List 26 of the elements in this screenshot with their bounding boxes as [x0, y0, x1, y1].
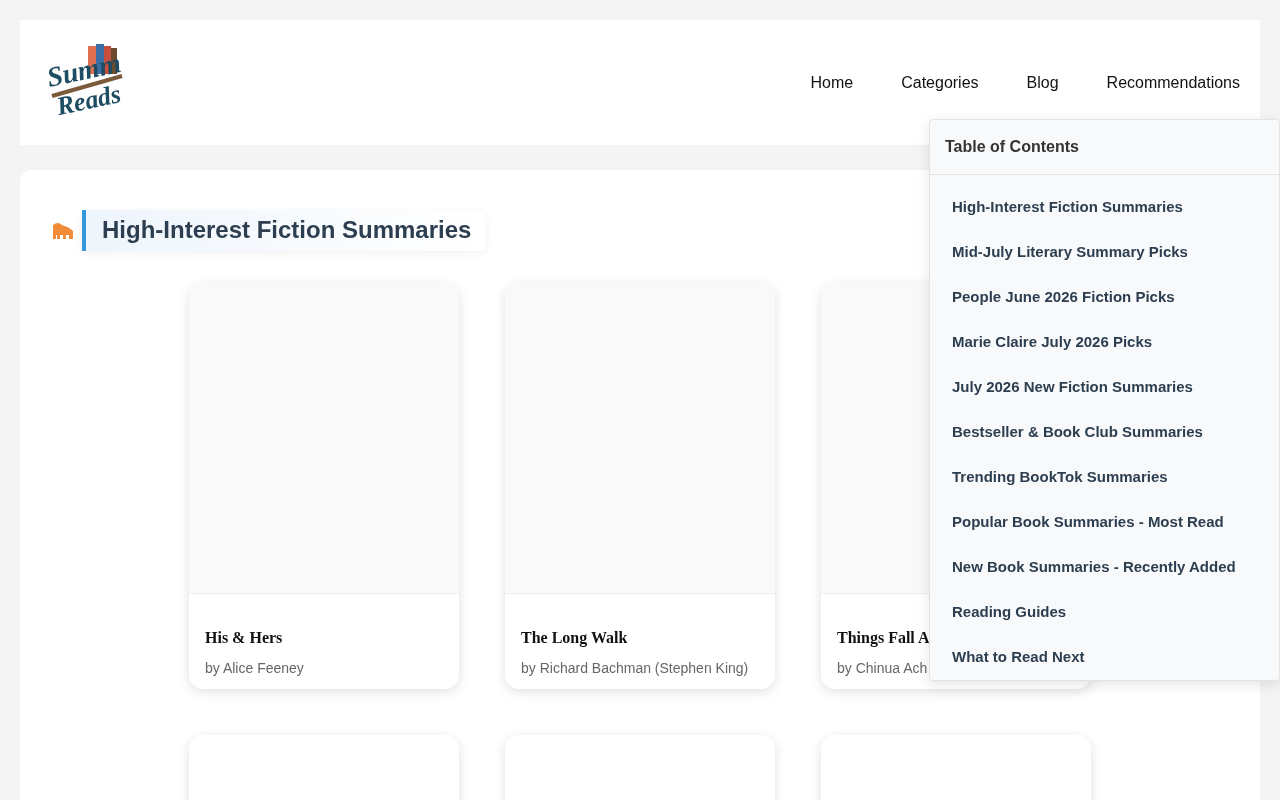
toc-link[interactable]: Reading Guides	[930, 589, 1279, 634]
toc-link[interactable]: Mid-July Literary Summary Picks	[930, 229, 1279, 274]
book-card[interactable]: The Long Walk by Richard Bachman (Stephen King)	[505, 282, 775, 689]
nav-link[interactable]: Home	[810, 70, 854, 95]
book-title: His & Hers	[205, 627, 284, 648]
nav-link[interactable]: Categories	[901, 70, 979, 95]
book-title: The Long Walk	[521, 627, 629, 649]
toc-link[interactable]: What to Read Next	[930, 634, 1279, 679]
toc-link[interactable]: Popular Book Summaries - Most Read	[930, 499, 1279, 544]
book-author: by Alice Feeney	[205, 658, 305, 678]
toc-link[interactable]: July 2026 New Fiction Summaries	[930, 364, 1279, 409]
arch-icon	[52, 221, 74, 240]
nav-link[interactable]: Blog	[1026, 70, 1059, 95]
toc-title: Table of Contents	[930, 120, 1279, 175]
section-title: High-Interest Fiction Summaries	[82, 210, 486, 251]
toc-link[interactable]: High-Interest Fiction Summaries	[930, 184, 1279, 229]
toc-link[interactable]: People June 2026 Fiction Picks	[930, 274, 1279, 319]
toc-link[interactable]: Bestseller & Book Club Summaries	[930, 409, 1279, 454]
logo[interactable]: Summ Reads	[42, 37, 132, 128]
book-title: Things Fall A	[837, 627, 931, 649]
nav-link[interactable]: Recommendations	[1106, 70, 1240, 95]
book-card[interactable]: His & Hers by Alice Feeney	[189, 282, 459, 689]
toc-link[interactable]: New Book Summaries - Recently Added	[930, 544, 1279, 589]
book-author: by Richard Bachman (Stephen King)	[521, 658, 750, 678]
toc-link[interactable]: Marie Claire July 2026 Picks	[930, 319, 1279, 364]
toc-link[interactable]: Trending BookTok Summaries	[930, 454, 1279, 499]
